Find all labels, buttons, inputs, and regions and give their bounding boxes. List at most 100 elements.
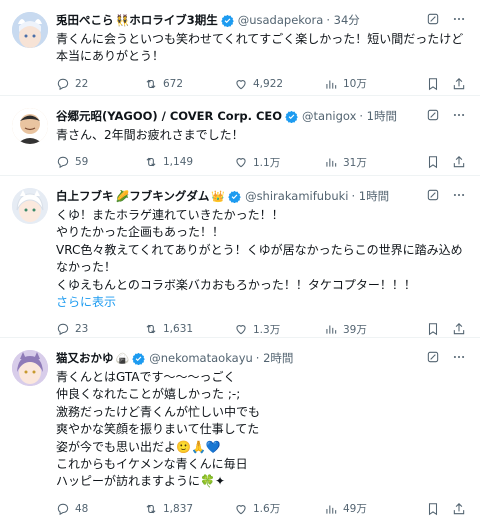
author-handle[interactable]: @tanigox xyxy=(302,109,356,123)
verified-icon xyxy=(220,14,234,27)
tweet-text: 青さん、2年間お疲れさまでした！ xyxy=(56,128,244,142)
badge-emoji: 👯 xyxy=(115,13,130,27)
retweet-icon xyxy=(146,79,156,89)
reply-button[interactable]: 23 xyxy=(56,322,144,336)
grok-icon[interactable] xyxy=(426,108,440,122)
author-name[interactable]: 猫又おかゆ xyxy=(56,350,114,366)
share-icon[interactable] xyxy=(452,77,466,91)
retweet-count: 1,149 xyxy=(163,156,194,169)
views-button[interactable]: 31万 xyxy=(324,155,424,170)
tweet[interactable]: 白上フブキ 🌽 フブキングダム 👑 @shirakamifubuki · 1時間… xyxy=(0,176,480,338)
bookmark-icon[interactable] xyxy=(426,155,440,169)
author-name[interactable]: 谷郷元昭(YAGOO) / COVER Corp. CEO xyxy=(56,108,282,124)
avatar[interactable] xyxy=(12,12,48,48)
avatar[interactable] xyxy=(12,350,48,386)
bookmark-icon[interactable] xyxy=(426,502,440,516)
badge-emoji-2: 👑 xyxy=(211,189,226,203)
tweet-text: 青くんとはGTAです〜〜〜っごく 仲良くなれたことが嬉しかった ;-; 激務だっ… xyxy=(56,370,261,489)
author-handle[interactable]: @shirakamifubuki xyxy=(245,189,348,203)
author-name[interactable]: 白上フブキ xyxy=(56,188,114,204)
views-count: 10万 xyxy=(343,78,367,91)
retweet-button[interactable]: 1,149 xyxy=(144,155,234,169)
reply-count: 48 xyxy=(75,502,89,515)
reply-button[interactable]: 59 xyxy=(56,155,144,169)
views-icon xyxy=(326,80,337,89)
author-name-suffix[interactable]: ホロライブ3期生 xyxy=(129,12,218,28)
show-more-link[interactable]: さらに表示 xyxy=(56,294,468,311)
avatar[interactable] xyxy=(12,108,48,144)
views-button[interactable]: 39万 xyxy=(324,322,424,337)
like-icon xyxy=(236,504,246,515)
tweet-time[interactable]: · 34分 xyxy=(326,12,359,28)
tweet[interactable]: 猫又おかゆ 🍙 @nekomataokayu · 2時間 青くんとはGTAです〜… xyxy=(0,338,480,522)
retweet-icon xyxy=(146,504,156,514)
reply-icon xyxy=(57,78,69,90)
tweet-actions: 48 1,837 1.6万 49万 xyxy=(56,495,468,523)
tweet-time[interactable]: · 1時間 xyxy=(352,188,390,204)
share-icon[interactable] xyxy=(452,322,466,336)
like-icon xyxy=(236,325,246,335)
tweet-actions: 59 1,149 1.1万 31万 xyxy=(56,148,468,176)
like-button[interactable]: 1.3万 xyxy=(234,322,324,337)
timeline-feed: 兎田ぺこら 👯 ホロライブ3期生 @usadapekora · 34分 青くんに… xyxy=(0,0,480,522)
more-icon[interactable] xyxy=(452,188,466,202)
like-count: 1.3万 xyxy=(253,323,281,336)
author-name[interactable]: 兎田ぺこら xyxy=(56,12,114,28)
author-handle[interactable]: @nekomataokayu xyxy=(149,351,253,365)
avatar[interactable] xyxy=(12,188,48,224)
views-button[interactable]: 10万 xyxy=(324,76,424,91)
more-icon[interactable] xyxy=(452,12,466,26)
badge-emoji: 🍙 xyxy=(115,351,130,365)
retweet-icon xyxy=(146,324,156,334)
share-icon[interactable] xyxy=(452,155,466,169)
tweet-actions: 22 672 4,922 10万 xyxy=(56,70,468,98)
like-icon xyxy=(236,79,246,90)
reply-count: 22 xyxy=(75,77,89,90)
views-count: 39万 xyxy=(343,323,367,336)
views-icon xyxy=(326,158,337,168)
retweet-button[interactable]: 672 xyxy=(144,77,234,91)
like-button[interactable]: 1.6万 xyxy=(234,501,324,516)
grok-icon[interactable] xyxy=(426,350,440,364)
like-button[interactable]: 4,922 xyxy=(234,77,324,91)
verified-icon xyxy=(285,110,298,123)
more-icon[interactable] xyxy=(452,108,466,122)
tweet[interactable]: 谷郷元昭(YAGOO) / COVER Corp. CEO @tanigox ·… xyxy=(0,96,480,176)
reply-button[interactable]: 22 xyxy=(56,77,144,91)
verified-icon xyxy=(132,352,145,365)
tweet-text: くゆ！またホラゲ連れていきたかった！！ やりたかった企画もあった！！ VRC色々… xyxy=(56,208,463,292)
verified-icon xyxy=(228,190,241,203)
like-count: 1.1万 xyxy=(253,156,281,169)
retweet-count: 1,837 xyxy=(163,502,194,515)
like-button[interactable]: 1.1万 xyxy=(234,155,324,170)
reply-icon xyxy=(57,503,69,516)
author-name-suffix[interactable]: フブキングダム xyxy=(129,188,209,204)
grok-icon[interactable] xyxy=(426,188,440,202)
views-count: 49万 xyxy=(343,503,367,516)
author-handle[interactable]: @usadapekora xyxy=(238,13,324,27)
tweet[interactable]: 兎田ぺこら 👯 ホロライブ3期生 @usadapekora · 34分 青くんに… xyxy=(0,0,480,96)
reply-count: 23 xyxy=(75,323,89,336)
tweet-time[interactable]: · 1時間 xyxy=(359,108,397,124)
views-icon xyxy=(326,325,337,334)
bookmark-icon[interactable] xyxy=(426,77,440,91)
reply-icon xyxy=(57,323,69,336)
retweet-button[interactable]: 1,631 xyxy=(144,322,234,336)
badge-emoji: 🌽 xyxy=(115,189,130,203)
views-icon xyxy=(326,505,337,514)
bookmark-icon[interactable] xyxy=(426,322,440,336)
retweet-icon xyxy=(146,158,156,167)
views-count: 31万 xyxy=(343,156,367,169)
like-count: 1.6万 xyxy=(253,503,281,516)
reply-icon xyxy=(57,157,69,169)
grok-icon[interactable] xyxy=(426,12,440,26)
views-button[interactable]: 49万 xyxy=(324,501,424,516)
reply-button[interactable]: 48 xyxy=(56,502,144,516)
more-icon[interactable] xyxy=(452,350,466,364)
retweet-count: 1,631 xyxy=(163,323,194,336)
tweet-text: 青くんに会うといつも笑わせてくれてすごく楽しかった！短い間だったけど本当にありが… xyxy=(56,32,464,64)
retweet-button[interactable]: 1,837 xyxy=(144,502,234,516)
tweet-time[interactable]: · 2時間 xyxy=(256,350,294,366)
share-icon[interactable] xyxy=(452,502,466,516)
like-count: 4,922 xyxy=(253,77,284,90)
